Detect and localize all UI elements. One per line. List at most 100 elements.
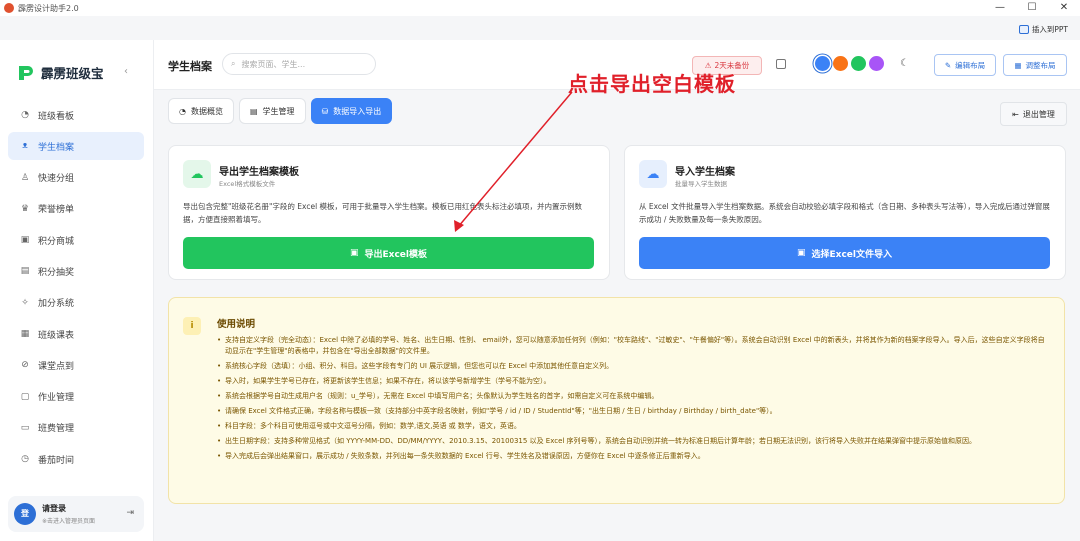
page-title: 学生档案 [168,60,212,73]
annotation-callout: 点击导出空白模板 [568,72,736,96]
info-icon: i [183,317,201,335]
close-button[interactable]: ✕ [1048,0,1080,16]
usage-notes-list: 支持自定义字段（完全动态）：Excel 中除了必填的学号、姓名、出生日期、性别、… [217,335,1047,466]
theme-green-swatch[interactable] [851,56,866,71]
export-card-title: 导出学生档案模板 [219,167,299,178]
theme-blue-swatch[interactable] [815,56,830,71]
usage-notes-panel: i 使用说明 支持自定义字段（完全动态）：Excel 中除了必填的学号、姓名、出… [168,297,1065,504]
sparkle-icon: ✧ [21,297,29,308]
rollcall-icon: ⊘ [21,360,29,371]
sidebar-item-quick-grouping[interactable]: ♙ 快速分组 [8,164,144,192]
adjust-layout-label: 调整布局 [1025,60,1056,70]
window-controls: — ☐ ✕ [984,0,1080,16]
brand-logo-icon [19,65,33,80]
login-subtitle: ※击进入管理员页面 [42,518,96,525]
login-card[interactable]: 登 请登录 ※击进入管理员页面 ⇥ [8,496,144,532]
tab-data-import-export[interactable]: ⛁ 数据导入导出 [310,98,393,124]
gift-icon: ▣ [20,235,30,246]
dark-mode-icon[interactable]: ☾ [900,58,909,69]
excel-icon: ▣ [350,248,359,258]
export-excel-template-button[interactable]: ▣ 导出Excel模板 [183,237,594,269]
group-icon: ♙ [20,172,30,183]
ppt-icon [1018,25,1029,34]
list-item: 支持自定义字段（完全动态）：Excel 中除了必填的学号、姓名、出生日期、性别、… [217,335,1047,357]
theme-purple-swatch[interactable] [869,56,884,71]
sidebar-item-homework[interactable]: ▢ 作业管理 [8,383,144,411]
sidebar-item-label: 课堂点到 [38,361,75,372]
export-template-card: ☁ 导出学生档案模板 Excel格式模板文件 导出包含完整"班级花名册"字段的 … [168,145,610,280]
sidebar: 霹雳班级宝 ‹ ◔ 班级看板 ᴥ 学生档案 ♙ 快速分组 ♛ 荣誉榜单 ▣ 积分商城 ▤ 积… [0,40,154,541]
tab-student-management[interactable]: ▤ 学生管理 [238,98,306,124]
theme-orange-swatch[interactable] [833,56,848,71]
list-item: 出生日期字段：支持多种常见格式（如 YYYY-MM-DD、DD/MM/YYYY、… [217,436,1047,447]
cloud-upload-icon: ☁ [639,160,667,188]
maximize-button[interactable]: ☐ [1016,0,1048,16]
edit-layout-button[interactable]: ✎ 编辑布局 [934,54,996,76]
list-item: 系统会根据学号自动生成用户名（规则：u_学号），无需在 Excel 中填写用户名… [217,391,1047,402]
export-card-subtitle: Excel格式模板文件 [219,180,276,188]
sidebar-item-label: 班费管理 [38,424,75,435]
sidebar-item-label: 班级课表 [38,330,75,341]
sidebar-item-label: 番茄时间 [38,455,75,466]
dashboard-icon: ◔ [21,110,29,120]
usage-notes-title: 使用说明 [217,319,256,330]
overview-icon: ◔ [179,106,186,116]
sidebar-item-bonus-system[interactable]: ✧ 加分系统 [8,289,144,317]
excel-icon: ▣ [797,248,806,258]
document-icon: ▤ [249,106,258,116]
window-titlebar: 霹雳设计助手2.0 — ☐ ✕ [0,0,1080,16]
sidebar-item-label: 班级看板 [38,111,75,122]
tab-data-overview[interactable]: ◔ 数据概览 [168,98,234,124]
collapse-sidebar-icon[interactable]: ‹ [124,66,128,77]
import-card-subtitle: 批量导入学生数据 [675,180,727,188]
homework-icon: ▢ [20,391,30,402]
import-card-description: 从 Excel 文件批量导入学生档案数据。系统会自动校验必填字段和格式（含日期、… [639,202,1050,224]
login-title: 请登录 [42,504,66,513]
theme-color-picker [815,56,884,71]
sidebar-item-roll-call[interactable]: ⊘ 课堂点到 [8,351,144,379]
export-card-description: 导出包含完整"班级花名册"字段的 Excel 模板，可用于批量导入学生档案。模板… [183,202,583,224]
export-button-label: 导出Excel模板 [364,249,427,260]
cloud-download-icon: ☁ [183,160,211,188]
brand-name: 霹雳班级宝 [41,66,104,81]
minimize-button[interactable]: — [984,0,1016,16]
list-item: 导入时，如果学生学号已存在，将更新该学生信息；如果不存在，将以该学号新增学生（学… [217,376,1047,387]
sidebar-item-label: 学生档案 [38,142,75,153]
import-button-label: 选择Excel文件导入 [811,249,892,260]
sidebar-toggle-icon[interactable] [776,59,786,69]
list-item: 导入完成后会弹出结果窗口，展示成功 / 失败条数，并列出每一条失败数据的 Exc… [217,451,1047,462]
sidebar-item-label: 快速分组 [38,174,75,185]
sidebar-item-pomodoro[interactable]: ◷ 番茄时间 [8,445,144,473]
brand: 霹雳班级宝 [17,63,104,82]
search-input[interactable]: ⌕ 搜索页面、学生... [222,53,376,75]
insert-to-ppt-button[interactable]: 插入到PPT [1018,24,1068,35]
logout-icon[interactable]: ⇥ [126,508,134,518]
sidebar-item-label: 积分商城 [38,236,75,247]
tab-label: 数据概览 [190,106,223,116]
sidebar-item-points-mall[interactable]: ▣ 积分商城 [8,226,144,254]
adjust-layout-button[interactable]: ▦ 调整布局 [1003,54,1067,76]
sidebar-item-points-lottery[interactable]: ▤ 积分抽奖 [8,257,144,285]
list-item: 请确保 Excel 文件格式正确，字段名称与模板一致（支持部分中英字段名映射，例… [217,406,1047,417]
window-title: 霹雳设计助手2.0 [18,3,79,13]
sidebar-item-label: 荣誉榜单 [38,205,75,216]
grid-icon: ▦ [1014,60,1022,70]
edit-icon: ✎ [944,60,952,70]
search-icon: ⌕ [231,59,236,68]
exit-management-button[interactable]: ⇤ 退出管理 [1000,102,1067,126]
students-icon: ᴥ [22,141,28,152]
wallet-icon: ▭ [20,422,30,433]
sidebar-item-class-fees[interactable]: ▭ 班费管理 [8,414,144,442]
tab-bar: ◔ 数据概览 ▤ 学生管理 ⛁ 数据导入导出 [168,98,393,124]
trophy-icon: ♛ [20,203,30,214]
sidebar-item-student-records[interactable]: ᴥ 学生档案 [8,132,144,161]
insert-to-ppt-label: 插入到PPT [1031,25,1068,34]
sidebar-item-class-schedule[interactable]: ▦ 班级课表 [8,320,144,348]
import-excel-button[interactable]: ▣ 选择Excel文件导入 [639,237,1050,269]
sidebar-item-honor-board[interactable]: ♛ 荣誉榜单 [8,195,144,223]
list-item: 科目字段：多个科目可使用逗号或中文逗号分隔，例如：数学,语文,英语 或 数学，语… [217,421,1047,432]
search-placeholder: 搜索页面、学生... [241,59,306,69]
sidebar-item-class-dashboard[interactable]: ◔ 班级看板 [8,101,144,129]
sidebar-nav: ◔ 班级看板 ᴥ 学生档案 ♙ 快速分组 ♛ 荣誉榜单 ▣ 积分商城 ▤ 积分抽奖 ✧ 加分系… [8,101,144,477]
app-logo-icon [4,3,14,13]
